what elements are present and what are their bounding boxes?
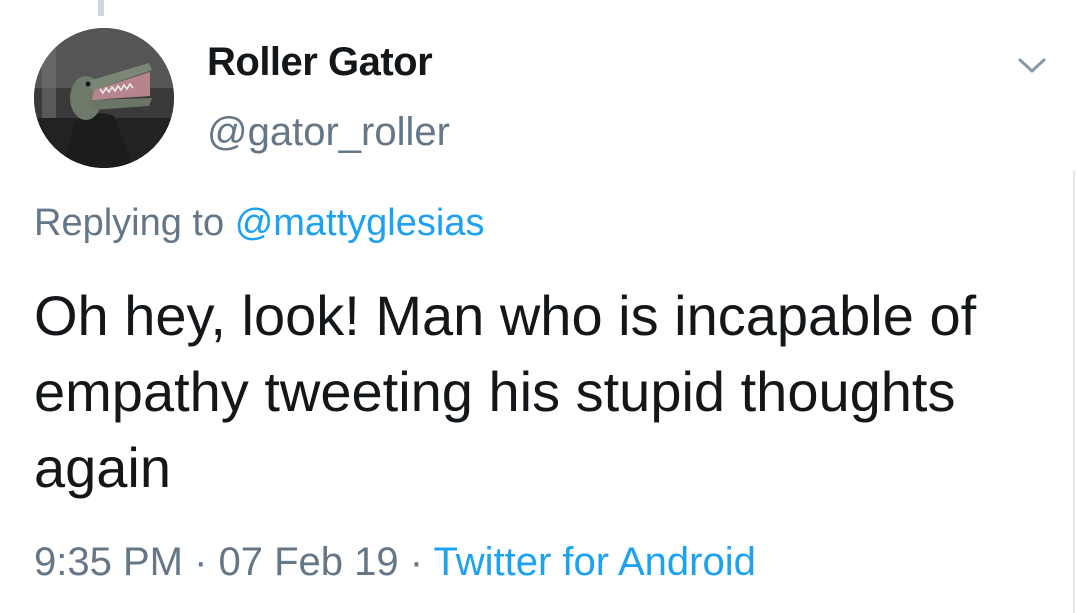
tweet-text: Oh hey, look! Man who is incapable of em… bbox=[34, 284, 977, 499]
reply-prefix: Replying to bbox=[34, 202, 225, 244]
meta-separator: · bbox=[182, 540, 219, 584]
tweet-source-link[interactable]: Twitter for Android bbox=[433, 540, 755, 584]
thread-border bbox=[1073, 170, 1075, 613]
user-handle[interactable]: @gator_roller bbox=[207, 110, 450, 155]
reply-context: Replying to @mattyglesias bbox=[34, 202, 484, 245]
chevron-down-icon[interactable] bbox=[1012, 50, 1052, 80]
thread-connector-line bbox=[98, 0, 104, 16]
tweet-metadata: 9:35 PM · 07 Feb 19 · Twitter for Androi… bbox=[34, 540, 756, 585]
tweet-date[interactable]: 07 Feb 19 bbox=[219, 540, 399, 584]
avatar[interactable] bbox=[34, 28, 174, 168]
display-name[interactable]: Roller Gator bbox=[207, 40, 433, 85]
reply-mention-link[interactable]: @mattyglesias bbox=[235, 202, 485, 244]
tweet-time[interactable]: 9:35 PM bbox=[34, 540, 183, 584]
meta-separator: · bbox=[398, 540, 434, 584]
